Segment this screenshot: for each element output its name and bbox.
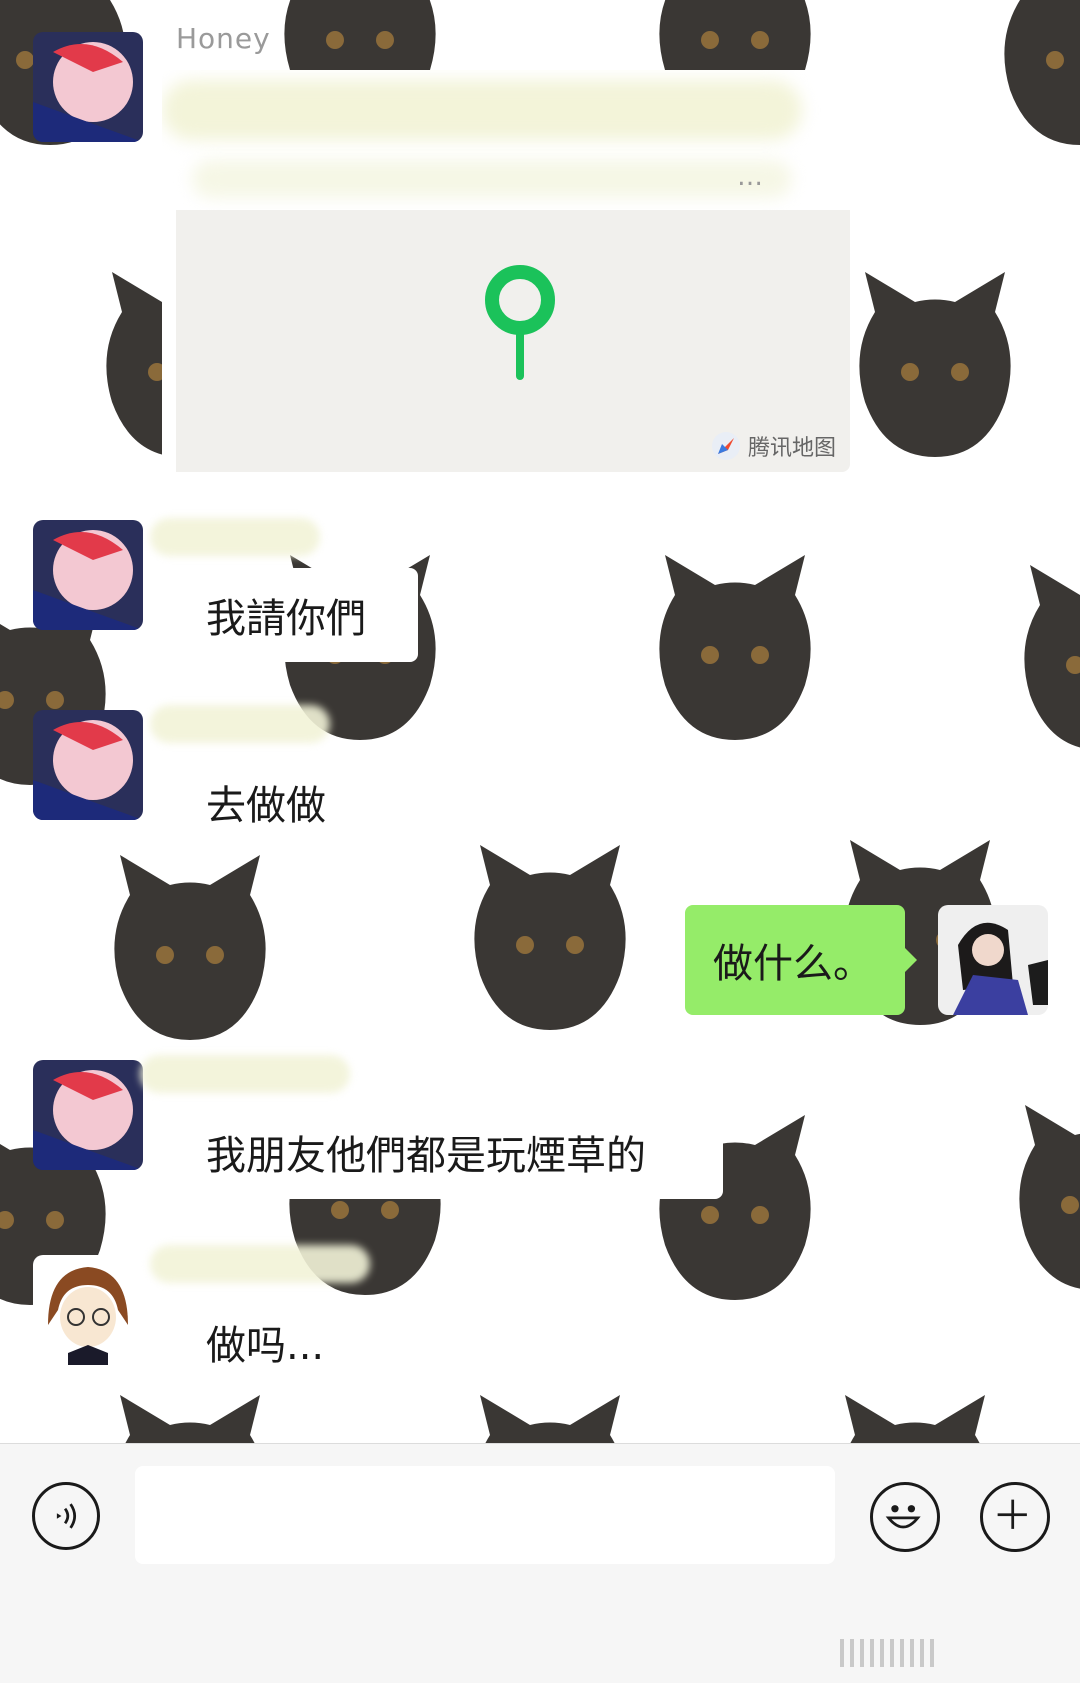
avatar[interactable] xyxy=(33,1255,143,1365)
emoji-button[interactable] xyxy=(870,1482,940,1552)
avatar-self[interactable] xyxy=(938,905,1048,1015)
avatar[interactable] xyxy=(33,1060,143,1170)
chat-area: Honey … 腾讯地图 我請你們 去做做 做什么。 我朋友他們都是玩煙草的 做… xyxy=(0,0,1080,1443)
sender-name: Honey xyxy=(176,22,271,55)
avatar[interactable] xyxy=(33,32,143,142)
map-preview[interactable]: 腾讯地图 xyxy=(176,210,850,472)
message-bubble[interactable]: 我朋友他們都是玩煙草的 xyxy=(166,1105,723,1199)
message-input[interactable] xyxy=(135,1466,835,1564)
cat-wallpaper-icon xyxy=(990,0,1080,150)
location-card[interactable]: … 腾讯地图 xyxy=(162,70,850,472)
cat-wallpaper-icon xyxy=(1010,565,1080,755)
location-address-ellipsis: … xyxy=(737,162,763,192)
cat-wallpaper-icon xyxy=(845,272,1025,462)
voice-button[interactable] xyxy=(32,1482,100,1550)
cat-wallpaper-icon xyxy=(645,555,825,745)
message-bubble[interactable]: 做吗... xyxy=(166,1295,368,1389)
sender-name-redacted xyxy=(150,518,320,556)
input-bar xyxy=(0,1443,1080,1683)
message-bubble-self[interactable]: 做什么。 xyxy=(685,905,917,1015)
sender-name-redacted xyxy=(140,1055,350,1093)
sender-name-redacted xyxy=(150,705,330,743)
cat-wallpaper-icon xyxy=(1005,1105,1080,1295)
cat-wallpaper-icon xyxy=(100,855,280,1045)
more-button[interactable] xyxy=(980,1482,1050,1552)
emoji-icon xyxy=(885,1505,921,1529)
message-bubble[interactable]: 我請你們 xyxy=(166,568,418,662)
avatar[interactable] xyxy=(33,710,143,820)
map-brand-label: 腾讯地图 xyxy=(747,436,836,461)
watermark-bars xyxy=(840,1639,934,1667)
voice-icon xyxy=(56,1503,77,1529)
map-brand: 腾讯地图 xyxy=(710,430,836,462)
tencent-map-icon xyxy=(711,432,740,460)
plus-icon xyxy=(997,1499,1027,1529)
message-bubble[interactable]: 去做做 xyxy=(166,755,358,849)
avatar[interactable] xyxy=(33,520,143,630)
sender-name-redacted xyxy=(150,1245,370,1283)
cat-wallpaper-icon xyxy=(460,1395,640,1443)
location-address-redacted xyxy=(192,160,792,198)
cat-wallpaper-icon xyxy=(825,1395,1005,1443)
cat-wallpaper-icon xyxy=(100,1395,280,1443)
cat-wallpaper-icon xyxy=(460,845,640,1035)
location-pin-icon xyxy=(485,265,555,380)
location-title-redacted xyxy=(162,80,802,140)
